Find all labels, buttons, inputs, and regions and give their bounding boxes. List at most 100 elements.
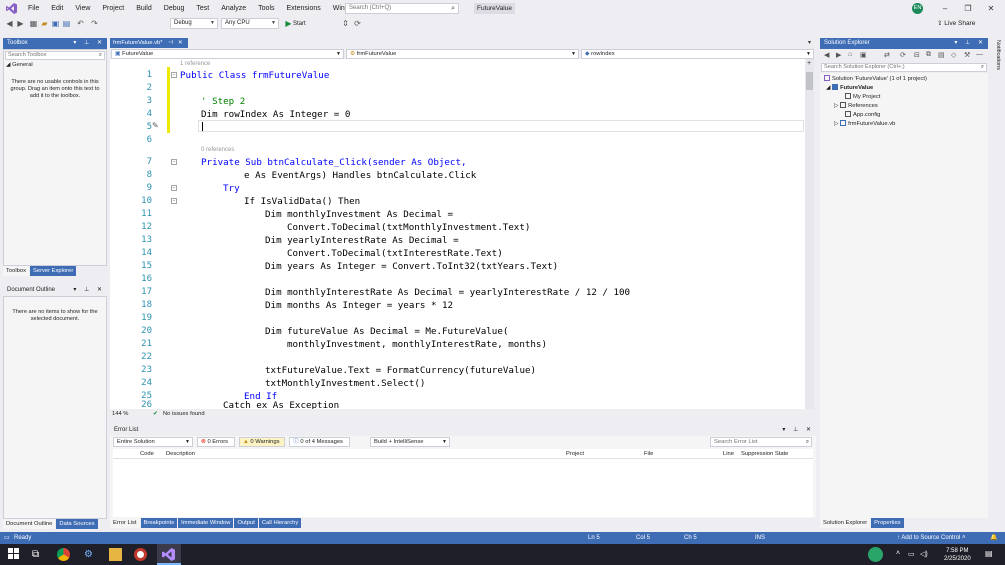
back-icon[interactable]: ◀: [5, 19, 14, 28]
code-editor[interactable]: ✎ 1 reference 0 references − − − − 1 2 3…: [110, 59, 808, 409]
view-code-icon[interactable]: ◇: [951, 51, 956, 59]
back-icon[interactable]: ◀: [824, 51, 829, 59]
tab-document-outline[interactable]: Document Outline: [3, 519, 56, 529]
redo-icon[interactable]: ↷: [90, 19, 99, 28]
menu-edit[interactable]: Edit: [45, 0, 69, 17]
tree-item-project[interactable]: ◢ FutureValue: [826, 84, 873, 92]
volume-icon[interactable]: ◁): [920, 550, 928, 558]
split-add-icon[interactable]: +: [807, 60, 811, 67]
recorder-icon[interactable]: [134, 548, 147, 561]
tab-breakpoints[interactable]: Breakpoints: [140, 518, 178, 528]
tree-item-form[interactable]: ▷ frmFutureValue.vb: [834, 120, 895, 128]
tab-toolbox[interactable]: Toolbox: [3, 266, 29, 276]
minus-icon[interactable]: —: [976, 51, 983, 58]
scope-select[interactable]: Entire Solution ▼: [113, 437, 193, 447]
user-avatar[interactable]: EN: [912, 3, 923, 14]
sync-icon[interactable]: ⇄: [884, 51, 890, 59]
action-center-icon[interactable]: ▤: [985, 549, 993, 558]
chrome-icon[interactable]: [57, 548, 70, 561]
tab-properties[interactable]: Properties: [871, 518, 904, 528]
project-nav-select[interactable]: ▣ FutureValue ▼: [111, 49, 344, 59]
properties-icon[interactable]: ▤: [938, 51, 945, 59]
tab-immediate-window[interactable]: Immediate Window: [178, 518, 234, 528]
restore-icon[interactable]: ❐: [961, 2, 975, 15]
zoom-level[interactable]: 144 %: [112, 409, 128, 419]
show-all-files-icon[interactable]: ⧉: [926, 51, 931, 59]
system-tray-app-icon[interactable]: [868, 547, 883, 562]
windows-start-icon[interactable]: [8, 548, 21, 561]
menu-debug[interactable]: Debug: [158, 0, 191, 17]
collapse-all-icon[interactable]: ⊟: [914, 51, 920, 59]
platform-select[interactable]: Any CPU ▼: [221, 18, 279, 29]
messages-filter-button[interactable]: ⓘ 0 of 4 Messages: [289, 437, 350, 447]
visual-studio-taskbar-button[interactable]: [157, 544, 181, 565]
global-search-input[interactable]: Search (Ctrl+Q) ⌕: [345, 3, 459, 14]
file-explorer-icon[interactable]: [109, 548, 122, 561]
start-icon[interactable]: ▶: [284, 19, 293, 28]
class-nav-select[interactable]: ⚙ frmFutureValue ▼: [346, 49, 579, 59]
menu-extensions[interactable]: Extensions: [281, 0, 327, 17]
tab-output[interactable]: Output: [234, 518, 258, 528]
editor-vertical-scrollbar[interactable]: [805, 59, 814, 409]
codelens-references[interactable]: 0 references: [201, 147, 234, 153]
tab-call-hierarchy[interactable]: Call Hierarchy: [258, 518, 302, 528]
wrench-icon[interactable]: ⚒: [964, 51, 970, 59]
close-icon[interactable]: ✕: [178, 40, 183, 46]
tree-item-app-config[interactable]: App.config: [845, 111, 880, 119]
menu-build[interactable]: Build: [130, 0, 158, 17]
scrollbar-thumb[interactable]: [806, 72, 813, 90]
toolbox-search-input[interactable]: Search Toolbox ⌕: [5, 51, 105, 60]
open-folder-icon[interactable]: ▰: [40, 19, 49, 28]
collapse-icon[interactable]: −: [171, 198, 177, 204]
pin-icon[interactable]: ▾ ⊥ ✕: [954, 38, 986, 49]
collapse-icon[interactable]: −: [171, 72, 177, 78]
bell-icon[interactable]: 🔔: [990, 532, 997, 544]
column-description[interactable]: Description: [166, 450, 195, 458]
task-view-icon[interactable]: ⧉: [32, 548, 45, 561]
save-icon[interactable]: ▣: [51, 19, 60, 28]
menu-test[interactable]: Test: [190, 0, 215, 17]
collapse-icon[interactable]: −: [171, 185, 177, 191]
add-to-source-control-button[interactable]: ↑ Add to Source Control ˄: [897, 532, 966, 544]
forward-icon[interactable]: ▶: [836, 51, 841, 59]
menu-project[interactable]: Project: [96, 0, 130, 17]
undo-icon[interactable]: ↶: [76, 19, 85, 28]
home-icon[interactable]: ⌂: [848, 51, 852, 58]
menu-view[interactable]: View: [69, 0, 96, 17]
column-project[interactable]: Project: [566, 450, 584, 458]
tab-data-sources[interactable]: Data Sources: [56, 519, 98, 529]
forward-icon[interactable]: ▶: [16, 19, 25, 28]
errors-filter-button[interactable]: ⊗ 0 Errors: [197, 437, 235, 447]
error-list-search-input[interactable]: Search Error List ⌕: [710, 437, 812, 447]
pin-icon[interactable]: ▾ ⊥ ✕: [782, 425, 814, 436]
tab-overflow-icon[interactable]: ▾: [808, 38, 816, 48]
menu-file[interactable]: File: [22, 0, 45, 17]
tab-error-list[interactable]: Error List: [110, 518, 140, 528]
close-icon[interactable]: ✕: [984, 2, 998, 15]
chevron-up-icon[interactable]: ˄: [896, 550, 900, 557]
pin-icon[interactable]: ⊣: [168, 40, 173, 46]
column-line[interactable]: Line: [723, 450, 734, 458]
tree-item-references[interactable]: ▷ References: [834, 102, 878, 110]
tab-server-explorer[interactable]: Server Explorer: [29, 266, 77, 276]
column-file[interactable]: File: [644, 450, 653, 458]
minimize-icon[interactable]: –: [938, 2, 952, 15]
collapse-icon[interactable]: −: [171, 159, 177, 165]
pending-changes-icon[interactable]: ▣: [860, 51, 867, 59]
step-icon[interactable]: ⇕: [341, 19, 350, 28]
refresh-icon[interactable]: ⟳: [353, 19, 362, 28]
tree-item-solution[interactable]: Solution 'FutureValue' (1 of 1 project): [824, 75, 927, 83]
app-icon[interactable]: ⚙: [84, 548, 97, 561]
notifications-side-tab[interactable]: Notifications: [991, 40, 1001, 80]
member-nav-select[interactable]: ◆ rowIndex ▼: [581, 49, 814, 59]
clock[interactable]: 7:58 PM 2/25/2020: [944, 547, 971, 563]
tree-item-my-project[interactable]: My Project: [845, 93, 880, 101]
live-share-button[interactable]: ⇪ Live Share: [937, 18, 975, 30]
new-project-icon[interactable]: ▦: [29, 19, 38, 28]
menu-tools[interactable]: Tools: [252, 0, 280, 17]
codelens-references[interactable]: 1 reference: [180, 61, 210, 67]
issues-status[interactable]: No issues found: [163, 409, 205, 419]
network-icon[interactable]: ▭: [908, 550, 915, 558]
save-all-icon[interactable]: ▤: [62, 19, 71, 28]
document-tab-frmfuturevalue[interactable]: frmFutureValue.vb* ⊣ ✕: [110, 38, 188, 48]
